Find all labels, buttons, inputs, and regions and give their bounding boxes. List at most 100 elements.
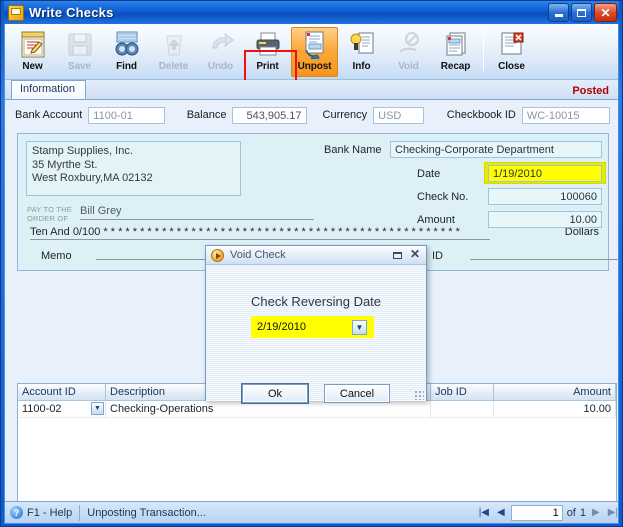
dialog-titlebar: Void Check ✕ [206,246,426,265]
new-document-icon [18,30,48,59]
tab-information[interactable]: Information [11,80,87,99]
ok-button[interactable]: Ok [242,384,308,403]
close-document-icon [497,30,527,59]
currency-label: Currency [322,109,368,121]
chevron-down-icon[interactable]: ▼ [352,319,367,335]
toolbar-label-void: Void [398,61,419,72]
grid-cell-description[interactable]: Checking-Operations [106,401,431,418]
toolbar-label-find: Find [116,61,137,72]
minimize-button[interactable] [548,3,569,22]
address-line-1: Stamp Supplies, Inc. [32,145,133,157]
balance-label: Balance [186,109,227,121]
status-message: Unposting Transaction... [87,506,206,519]
maximize-button[interactable] [571,3,592,22]
window-titlebar: Write Checks ✕ [4,1,619,24]
grid-cell-account-id-text: 1100-02 [22,403,62,415]
nav-first-button[interactable]: |◀ [477,507,491,518]
toolbar-label-info: Info [352,61,371,72]
toolbar-button-save[interactable]: Save [56,27,103,77]
date-label: Date [417,168,441,180]
toolbar-label-delete: Delete [158,61,189,72]
grid-cell-account-id[interactable]: 1100-02 ▼ [18,401,106,418]
toolbar-button-find[interactable]: Find [103,27,150,77]
toolbar-label-new: New [22,61,43,72]
chevron-down-icon[interactable]: ▼ [91,402,104,415]
grid-cell-amount[interactable]: 10.00 [494,401,616,418]
currency-field[interactable]: USD [373,106,424,124]
grid-column-amount[interactable]: Amount [494,384,616,401]
toolbar-button-delete[interactable]: Delete [150,27,197,77]
toolbar-button-undo[interactable]: Undo [197,27,244,77]
amount-field[interactable]: 10.00 [488,211,602,228]
printer-icon [253,30,283,59]
toolbar-button-info[interactable]: Info [338,27,385,77]
date-field[interactable]: 1/19/2010 [488,165,602,182]
maximize-icon [577,8,586,17]
cancel-button[interactable]: Cancel [324,384,390,403]
minimize-icon [554,14,563,17]
amount-in-words: Ten And 0/100 * * * * * * * * * * * * * … [30,226,490,240]
window-icon [8,4,24,21]
toolbar-button-print[interactable]: Print [244,27,291,77]
memo-label: Memo [41,250,72,262]
status-badge-posted: Posted [572,85,609,97]
nav-last-button[interactable]: ▶| [606,507,618,518]
dialog-restore-button[interactable] [393,248,402,259]
dialog-close-button[interactable]: ✕ [410,247,420,261]
bank-name-label: Bank Name [324,144,382,156]
grid-cell-job-id[interactable] [431,401,494,418]
toolbar-button-recap[interactable]: Recap [432,27,479,77]
close-icon: ✕ [409,247,420,261]
status-bar: ? F1 - Help Unposting Transaction... |◀ … [5,501,618,523]
main-toolbar: New Save Find Delete Undo Print Unpost I… [5,24,618,106]
toolbar-button-unpost[interactable]: Unpost [291,27,338,77]
bank-name-field[interactable]: Checking-Corporate Department [390,141,602,158]
tab-strip: Information Posted [5,80,618,100]
void-icon [394,30,424,59]
info-lightbulb-icon [347,30,377,59]
reversing-date-value: 2/19/2010 [257,321,306,333]
toolbar-button-close[interactable]: Close [488,27,535,77]
dialog-title: Void Check [230,249,286,261]
binoculars-icon [112,30,142,59]
voucher-id-field[interactable] [470,247,618,260]
checkbook-id-label: Checkbook ID [446,109,516,121]
statusbar-separator [79,504,81,521]
check-no-field[interactable]: 100060 [488,188,602,205]
close-icon: ✕ [600,5,611,20]
reversing-date-highlight: 2/19/2010 ▼ [251,316,374,338]
nav-page-input[interactable]: 1 [510,504,563,521]
void-check-icon [211,248,224,262]
payee-name-field[interactable]: Bill Grey [80,205,314,220]
table-row[interactable]: 1100-02 ▼ Checking-Operations 10.00 [18,401,616,418]
reversing-date-combobox[interactable]: 2/19/2010 ▼ [257,319,367,335]
checkbook-id-field[interactable]: WC-10015 [521,106,610,124]
dialog-body: Check Reversing Date 2/19/2010 ▼ Ok Canc… [206,265,426,403]
help-question-icon[interactable]: ? [10,506,23,519]
void-check-dialog: Void Check ✕ Check Reversing Date 2/19/2… [205,245,427,403]
header-field-row: Bank Account 1100-01 Balance 543,905.17 … [5,100,618,126]
window-client-area: New Save Find Delete Undo Print Unpost I… [4,24,619,524]
grid-column-account-id[interactable]: Account ID [18,384,106,401]
nav-next-button[interactable]: ▶ [590,507,602,518]
resize-grip[interactable] [414,390,424,400]
toolbar-label-unpost: Unpost [297,61,332,72]
nav-of-label: of [566,506,576,519]
help-label[interactable]: F1 - Help [27,507,72,519]
nav-prev-button[interactable]: ◀ [495,507,507,518]
unpost-icon [300,30,330,59]
bank-account-field[interactable]: 1100-01 [88,106,165,124]
window-title: Write Checks [29,5,114,20]
toolbar-label-print: Print [256,61,279,72]
close-button[interactable]: ✕ [594,3,617,22]
toolbar-button-new[interactable]: New [9,27,56,77]
restore-icon [393,252,402,259]
grid-column-job-id[interactable]: Job ID [431,384,494,401]
amount-label: Amount [417,214,455,226]
toolbar-button-void[interactable]: Void [385,27,432,77]
nav-total-label: 1 [579,506,586,519]
voucher-id-label: ID [432,250,443,262]
check-reversing-date-heading: Check Reversing Date [250,294,382,309]
toolbar-label-recap: Recap [440,61,471,72]
check-no-label: Check No. [417,191,469,203]
